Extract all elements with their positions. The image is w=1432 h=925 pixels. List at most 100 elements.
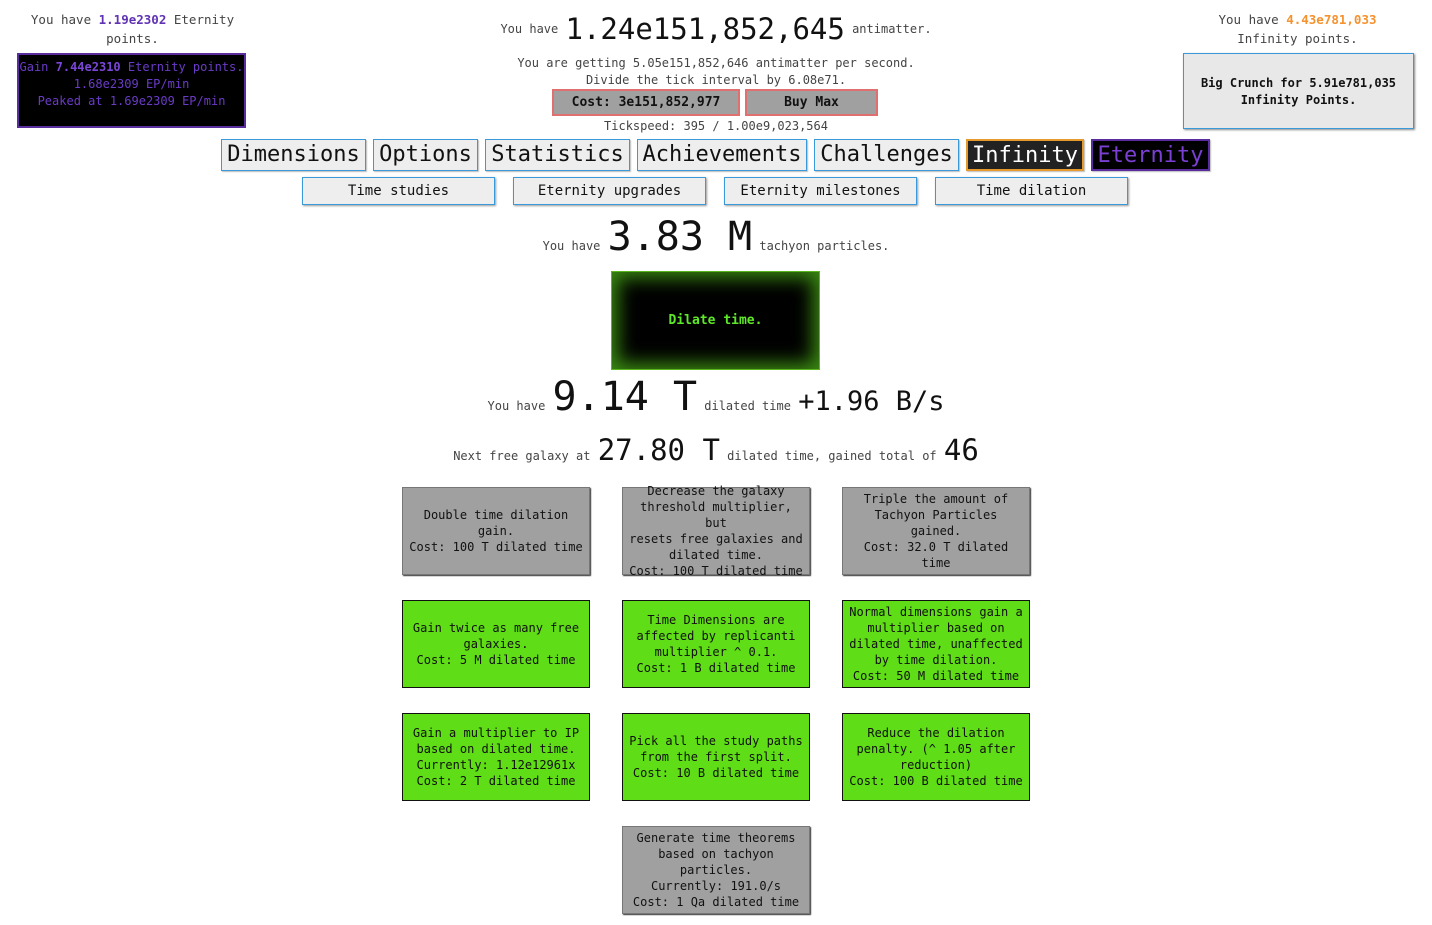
- upgrade-line: dilated time, unaffected: [849, 637, 1023, 651]
- galaxy-threshold: 27.80 T: [597, 433, 720, 467]
- tickspeed-buy-button[interactable]: Cost: 3e151,852,977: [552, 89, 740, 116]
- tachyon-display: You have 3.83 M tachyon particles.: [300, 214, 1132, 260]
- gain-suffix: Eternity points.: [120, 60, 244, 74]
- antimatter-rate: You are getting 5.05e151,852,646 antimat…: [400, 55, 1032, 89]
- tab-dimensions[interactable]: Dimensions: [221, 139, 366, 171]
- upgrade-line: Pick all the study paths: [629, 734, 803, 748]
- dt-prefix: You have: [487, 399, 553, 413]
- upgrade-line: Normal dimensions gain a: [849, 605, 1023, 619]
- subtab-eternity-milestones[interactable]: Eternity milestones: [724, 177, 917, 205]
- infinity-points-display: You have 4.43e781,033 Infinity points.: [1180, 10, 1415, 48]
- dilated-time-amount: 9.14 T: [552, 374, 698, 420]
- upgrade-line: Currently: 1.12e12961x: [416, 758, 576, 772]
- am-prefix: You have: [500, 22, 566, 36]
- antimatter-amount: 1.24e151,852,645: [565, 12, 845, 46]
- upgrade-line: Reduce the dilation: [867, 726, 1005, 740]
- upgrade-line: Cost: 1 B dilated time: [636, 661, 796, 675]
- dilation-upgrade-9[interactable]: Reduce the dilation penalty. (^ 1.05 afte…: [842, 713, 1030, 801]
- tachyon-amount: 3.83 M: [607, 214, 753, 260]
- dilation-upgrade-4[interactable]: Gain twice as many free galaxies. Cost: 5 …: [402, 600, 590, 688]
- ip-prefix: You have: [1218, 12, 1287, 27]
- upgrade-description: Triple the amount of Tachyon Particles ga…: [843, 491, 1029, 571]
- galaxy-total: 46: [943, 433, 979, 467]
- galaxy-prefix: Next free galaxy at: [453, 449, 598, 463]
- upgrade-line: Triple the amount of: [863, 492, 1009, 506]
- dilation-upgrade-2[interactable]: Decrease the galaxy threshold multiplier,…: [622, 484, 810, 578]
- tab-eternity[interactable]: Eternity: [1091, 139, 1210, 171]
- ep-rate: 1.68e2309 EP/min: [73, 77, 190, 91]
- upgrade-description: Generate time theorems based on tachyon pa…: [629, 830, 803, 910]
- upgrade-description: Gain twice as many free galaxies. Cost: 5 …: [409, 620, 583, 668]
- upgrade-line: Tachyon Particles gained.: [874, 508, 998, 538]
- tick-divide-text: Divide the tick interval by 6.08e71.: [585, 73, 847, 87]
- dilation-upgrade-10[interactable]: Generate time theorems based on tachyon pa…: [622, 826, 810, 914]
- ep-value: 1.19e2302: [98, 12, 167, 27]
- upgrade-line: affected by replicanti: [636, 629, 796, 643]
- upgrade-line: galaxies.: [463, 637, 529, 651]
- eternity-button[interactable]: Gain 7.44e2310 Eternity points. 1.68e230…: [17, 53, 246, 128]
- upgrade-line: multiplier based on: [867, 621, 1005, 635]
- dilation-upgrade-7[interactable]: Gain a multiplier to IP based on dilated …: [402, 713, 590, 801]
- upgrade-line: Time Dimensions are: [647, 613, 785, 627]
- subtab-time-studies[interactable]: Time studies: [302, 177, 495, 205]
- subtab-eternity-upgrades[interactable]: Eternity upgrades: [513, 177, 706, 205]
- tab-statistics[interactable]: Statistics: [485, 139, 630, 171]
- upgrade-line: by time dilation.: [874, 653, 998, 667]
- upgrade-line: Cost: 100 B dilated time: [849, 774, 1023, 788]
- upgrade-line: reduction): [899, 758, 973, 772]
- upgrade-description: Normal dimensions gain a multiplier based…: [845, 604, 1026, 684]
- upgrade-line: multiplier ^ 0.1.: [654, 645, 778, 659]
- subtab-time-dilation[interactable]: Time dilation: [935, 177, 1128, 205]
- galaxy-mid: dilated time, gained total of: [719, 449, 944, 463]
- ep-gain-value: 7.44e2310: [55, 60, 121, 74]
- ep-peak: Peaked at 1.69e2309 EP/min: [37, 94, 226, 108]
- dilation-upgrade-1[interactable]: Double time dilation gain. Cost: 100 T dil…: [402, 487, 590, 575]
- upgrade-description: Double time dilation gain. Cost: 100 T dil…: [405, 507, 586, 555]
- upgrade-description: Gain a multiplier to IP based on dilated …: [409, 725, 583, 789]
- upgrade-line: Gain a multiplier to IP: [412, 726, 580, 740]
- upgrade-description: Decrease the galaxy threshold multiplier,…: [623, 483, 809, 579]
- upgrade-line: Gain twice as many free: [412, 621, 580, 635]
- upgrade-line: gain.: [477, 524, 515, 538]
- upgrade-line: based on tachyon: [658, 847, 774, 861]
- upgrade-line: Cost: 50 M dilated time: [852, 669, 1020, 683]
- tab-challenges[interactable]: Challenges: [814, 139, 959, 171]
- tab-achievements[interactable]: Achievements: [637, 139, 807, 171]
- am-suffix: antimatter.: [844, 22, 932, 36]
- tachyon-prefix: You have: [542, 239, 608, 253]
- dilation-upgrade-5[interactable]: Time Dimensions are affected by replicant…: [622, 600, 810, 688]
- upgrade-line: Cost: 1 Qa dilated time: [632, 895, 800, 909]
- upgrade-line: from the first split.: [640, 750, 792, 764]
- ip-value: 4.43e781,033: [1286, 12, 1377, 27]
- upgrade-line: Generate time theorems: [636, 831, 796, 845]
- upgrade-line: penalty. (^ 1.05 after: [856, 742, 1016, 756]
- upgrade-line: threshold multiplier, but: [640, 500, 792, 530]
- dt-label: dilated time: [697, 399, 799, 413]
- big-crunch-button[interactable]: Big Crunch for 5.91e781,035 Infinity Poi…: [1183, 53, 1414, 129]
- upgrade-line: Cost: 100 T dilated time: [629, 564, 803, 578]
- upgrade-line: Cost: 10 B dilated time: [632, 766, 800, 780]
- ip-suffix: Infinity points.: [1237, 31, 1358, 46]
- dilated-time-rate: +1.96 B/s: [798, 386, 945, 417]
- upgrade-line: Decrease the galaxy: [647, 484, 785, 498]
- free-galaxy-display: Next free galaxy at 27.80 T dilated time…: [300, 433, 1132, 467]
- upgrade-line: Cost: 100 T dilated time: [409, 540, 583, 554]
- dilation-upgrade-8[interactable]: Pick all the study paths from the first s…: [622, 713, 810, 801]
- upgrade-line: Cost: 32.0 T dilated time: [863, 540, 1009, 570]
- gain-prefix: Gain: [19, 60, 56, 74]
- tickspeed-display: Tickspeed: 395 / 1.00e9,023,564: [604, 119, 828, 133]
- upgrade-line: Cost: 5 M dilated time: [416, 653, 576, 667]
- dilation-upgrade-6[interactable]: Normal dimensions gain a multiplier based…: [842, 600, 1030, 688]
- upgrade-description: Pick all the study paths from the first s…: [625, 733, 806, 781]
- dilate-time-button[interactable]: Dilate time.: [611, 271, 820, 370]
- upgrade-line: Currently: 191.0/s: [650, 879, 782, 893]
- am-rate-text: You are getting 5.05e151,852,646 antimat…: [517, 56, 915, 70]
- tab-infinity[interactable]: Infinity: [966, 139, 1084, 171]
- tickspeed-buy-max-button[interactable]: Buy Max: [745, 89, 878, 116]
- dilation-upgrade-3[interactable]: Triple the amount of Tachyon Particles ga…: [842, 487, 1030, 575]
- antimatter-display: You have 1.24e151,852,645 antimatter.: [400, 12, 1032, 46]
- tachyon-suffix: tachyon particles.: [752, 239, 890, 253]
- upgrade-line: based on dilated time.: [416, 742, 576, 756]
- upgrade-line: resets free galaxies and: [629, 532, 803, 546]
- tab-options[interactable]: Options: [373, 139, 478, 171]
